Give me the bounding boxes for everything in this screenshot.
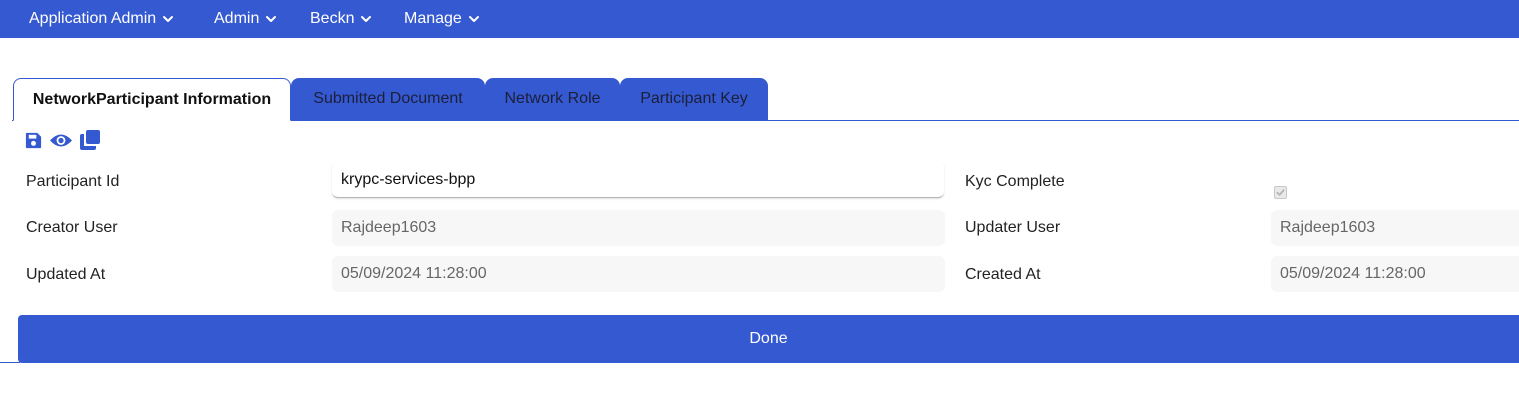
creator-user-label: Creator User — [26, 219, 118, 236]
updater-user-value: Rajdeep1603 — [1280, 219, 1376, 236]
updated-at-label: Updated At — [26, 266, 106, 283]
nav-menu-beckn[interactable]: Beckn — [310, 0, 372, 38]
nav-menu-label: Application Admin — [29, 10, 157, 27]
tab-networkparticipant-information[interactable]: NetworkParticipant Information — [13, 78, 291, 121]
participant-id-value: krypc-services-bpp — [341, 170, 476, 188]
chevron-down-icon — [162, 13, 174, 25]
tab-participant-key[interactable]: Participant Key — [620, 78, 768, 120]
nav-menu-label: Admin — [214, 10, 260, 27]
form-toolbar — [24, 129, 107, 151]
tab-label: Participant Key — [640, 90, 748, 107]
updater-user-label: Updater User — [965, 219, 1061, 236]
updated-at-field: 05/09/2024 11:28:00 — [332, 256, 945, 292]
kyc-complete-checkbox[interactable] — [1274, 186, 1287, 199]
done-button[interactable]: Done — [18, 315, 1519, 363]
tab-label: Network Role — [504, 90, 601, 107]
creator-user-field: Rajdeep1603 — [332, 210, 945, 246]
created-at-label: Created At — [965, 266, 1041, 283]
participant-id-label: Participant Id — [26, 173, 120, 190]
copy-icon[interactable] — [79, 129, 101, 151]
top-navbar: Application Admin Admin Beckn Manage — [0, 0, 1519, 38]
eye-icon[interactable] — [49, 131, 73, 150]
tab-label: Submitted Document — [313, 90, 463, 107]
participant-id-input[interactable]: krypc-services-bpp — [332, 162, 944, 198]
updater-user-field: Rajdeep1603 — [1271, 210, 1519, 246]
updated-at-value: 05/09/2024 11:28:00 — [341, 265, 487, 282]
created-at-field: 05/09/2024 11:28:00 — [1271, 256, 1519, 292]
creator-user-value: Rajdeep1603 — [341, 219, 437, 236]
nav-menu-application-admin[interactable]: Application Admin — [29, 0, 174, 38]
tab-label: NetworkParticipant Information — [32, 90, 272, 108]
created-at-value: 05/09/2024 11:28:00 — [1280, 265, 1426, 282]
chevron-down-icon — [468, 13, 480, 25]
nav-menu-label: Manage — [404, 10, 462, 27]
save-icon[interactable] — [24, 131, 43, 150]
nav-menu-manage[interactable]: Manage — [404, 0, 480, 38]
bottom-divider — [0, 362, 20, 363]
tab-network-role[interactable]: Network Role — [485, 78, 620, 120]
chevron-down-icon — [265, 13, 277, 25]
chevron-down-icon — [360, 13, 372, 25]
done-button-label: Done — [749, 330, 788, 347]
kyc-complete-label: Kyc Complete — [965, 173, 1065, 190]
nav-menu-admin[interactable]: Admin — [214, 0, 277, 38]
tab-submitted-document[interactable]: Submitted Document — [291, 78, 485, 120]
nav-menu-label: Beckn — [310, 10, 355, 27]
